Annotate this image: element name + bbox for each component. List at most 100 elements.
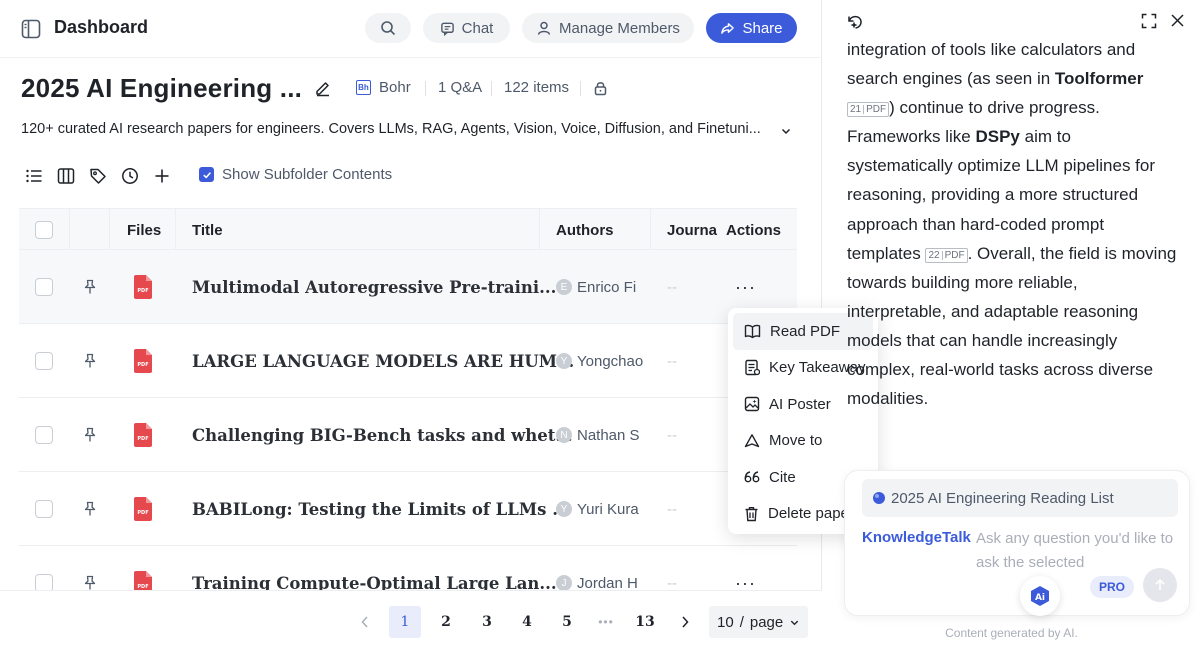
- svg-text:PDF: PDF: [137, 362, 148, 368]
- row-checkbox[interactable]: [35, 500, 53, 518]
- column-header-files[interactable]: Files: [127, 209, 161, 251]
- collection-globe-icon: [873, 492, 885, 504]
- close-icon[interactable]: [1170, 13, 1185, 33]
- citation-divider: [863, 105, 865, 115]
- author-avatar: Y: [556, 353, 572, 369]
- paper-title[interactable]: Multimodal Autoregressive Pre-traini...: [192, 250, 556, 324]
- pin-icon[interactable]: [83, 575, 97, 591]
- table-row[interactable]: PDF Challenging BIG-Bench tasks and whet…: [19, 398, 797, 472]
- pro-badge[interactable]: PRO: [1090, 576, 1134, 598]
- show-subfolder-checkbox[interactable]: [199, 167, 214, 182]
- search-button[interactable]: [365, 13, 411, 43]
- column-header-title[interactable]: Title: [192, 209, 223, 251]
- row-checkbox[interactable]: [35, 426, 53, 444]
- select-all-checkbox[interactable]: [35, 221, 53, 239]
- fullscreen-icon[interactable]: [1141, 13, 1157, 34]
- page-size-select[interactable]: 10 / page: [709, 606, 808, 638]
- column-divider: [650, 209, 651, 250]
- row-checkbox[interactable]: [35, 352, 53, 370]
- trash-icon: [745, 506, 758, 521]
- page-size-separator: /: [739, 613, 744, 631]
- paper-title[interactable]: BABILong: Testing the Limits of LLMs ...: [192, 472, 569, 546]
- edit-icon[interactable]: [314, 79, 332, 102]
- table-row[interactable]: PDF BABILong: Testing the Limits of LLMs…: [19, 472, 797, 546]
- pin-icon[interactable]: [83, 279, 97, 295]
- author-avatar: N: [556, 427, 572, 443]
- page-2-button[interactable]: 2: [430, 606, 462, 638]
- papers-table: Files Title Authors Journa Actions PDF M…: [19, 208, 797, 620]
- citation-number: 22: [928, 249, 940, 261]
- context-chip[interactable]: 2025 AI Engineering Reading List: [862, 479, 1178, 517]
- next-page-button[interactable]: [669, 606, 701, 638]
- table-toolbar: [24, 165, 184, 187]
- columns-icon[interactable]: [56, 166, 76, 186]
- send-triangle-icon: [744, 433, 760, 447]
- lock-icon[interactable]: [593, 80, 608, 101]
- pin-icon[interactable]: [83, 353, 97, 369]
- chevron-down-icon[interactable]: [780, 124, 792, 142]
- row-checkbox[interactable]: [35, 278, 53, 296]
- page-13-button[interactable]: 13: [629, 606, 661, 638]
- document-list-icon: [745, 360, 760, 376]
- citation-tag: PDF: [944, 249, 965, 261]
- menu-item-label: Move to: [769, 432, 823, 450]
- author-avatar: Y: [556, 501, 572, 517]
- column-divider: [109, 209, 110, 250]
- chat-button[interactable]: Chat: [423, 13, 510, 43]
- column-header-actions: Actions: [726, 221, 782, 239]
- column-header-authors[interactable]: Authors: [556, 209, 614, 251]
- page-1-button[interactable]: 1: [389, 606, 421, 638]
- column-header-journal[interactable]: Journa: [667, 209, 717, 251]
- pdf-file-icon[interactable]: PDF: [134, 497, 152, 521]
- manage-members-button[interactable]: Manage Members: [522, 13, 694, 43]
- pdf-file-icon[interactable]: PDF: [134, 275, 152, 299]
- paper-author: Nathan S: [577, 426, 640, 444]
- paper-title[interactable]: Challenging BIG-Bench tasks and whet...: [192, 398, 573, 472]
- show-subfolder-label: Show Subfolder Contents: [222, 166, 393, 183]
- add-icon[interactable]: [152, 166, 172, 186]
- page-5-button[interactable]: 5: [551, 606, 583, 638]
- refresh-chat-icon[interactable]: [846, 13, 864, 36]
- meta-divider: [491, 81, 492, 96]
- paper-journal: --: [667, 500, 677, 518]
- table-header: Files Title Authors Journa Actions: [19, 208, 797, 250]
- knowledge-talk-tag[interactable]: KnowledgeTalk: [862, 529, 971, 546]
- arrow-up-icon: [1155, 578, 1165, 590]
- image-sparkle-icon: [744, 397, 760, 412]
- meta-divider: [425, 81, 426, 96]
- tag-icon[interactable]: [88, 166, 108, 186]
- chevron-left-icon: [361, 616, 368, 628]
- pagination: 1 2 3 4 5 ••• 13 10 / page: [0, 590, 822, 649]
- citation-badge[interactable]: 21 PDF: [847, 102, 890, 118]
- paper-author: Jordan H: [577, 574, 638, 592]
- share-button[interactable]: Share: [706, 13, 797, 43]
- pdf-file-icon[interactable]: PDF: [134, 349, 152, 373]
- pin-icon[interactable]: [83, 501, 97, 517]
- chat-question-input[interactable]: [976, 527, 1176, 575]
- citation-divider: [941, 250, 943, 260]
- ai-assistant-button[interactable]: Ai: [1020, 576, 1060, 616]
- show-subfolder-toggle[interactable]: Show Subfolder Contents: [199, 166, 392, 183]
- select-all-checkbox-cell: [35, 209, 53, 251]
- paper-journal: --: [667, 352, 677, 370]
- citation-badge[interactable]: 22 PDF: [925, 247, 968, 263]
- answer-segment: . Overall, the field is moving towards b…: [847, 243, 1177, 409]
- prev-page-button[interactable]: [349, 606, 381, 638]
- pagination-ellipsis[interactable]: •••: [590, 606, 622, 638]
- qa-count[interactable]: 1 Q&A: [438, 79, 482, 96]
- table-row[interactable]: PDF LARGE LANGUAGE MODELS ARE HUM... Y Y…: [19, 324, 797, 398]
- ai-logo-text: Ai: [1035, 593, 1045, 603]
- paper-author: Yongchao: [577, 352, 644, 370]
- list-view-icon[interactable]: [24, 166, 44, 186]
- send-button[interactable]: [1143, 568, 1177, 602]
- table-row[interactable]: PDF Multimodal Autoregressive Pre-traini…: [19, 250, 797, 324]
- page-3-button[interactable]: 3: [471, 606, 503, 638]
- pdf-file-icon[interactable]: PDF: [134, 423, 152, 447]
- sidebar-toggle-icon[interactable]: [20, 18, 42, 40]
- collection-owner[interactable]: Bh Bohr: [356, 79, 411, 96]
- ai-side-panel: integration of tools like calculators an…: [823, 0, 1200, 649]
- paper-title[interactable]: LARGE LANGUAGE MODELS ARE HUM...: [192, 324, 574, 398]
- clock-icon[interactable]: [120, 166, 140, 186]
- pin-icon[interactable]: [83, 427, 97, 443]
- page-4-button[interactable]: 4: [511, 606, 543, 638]
